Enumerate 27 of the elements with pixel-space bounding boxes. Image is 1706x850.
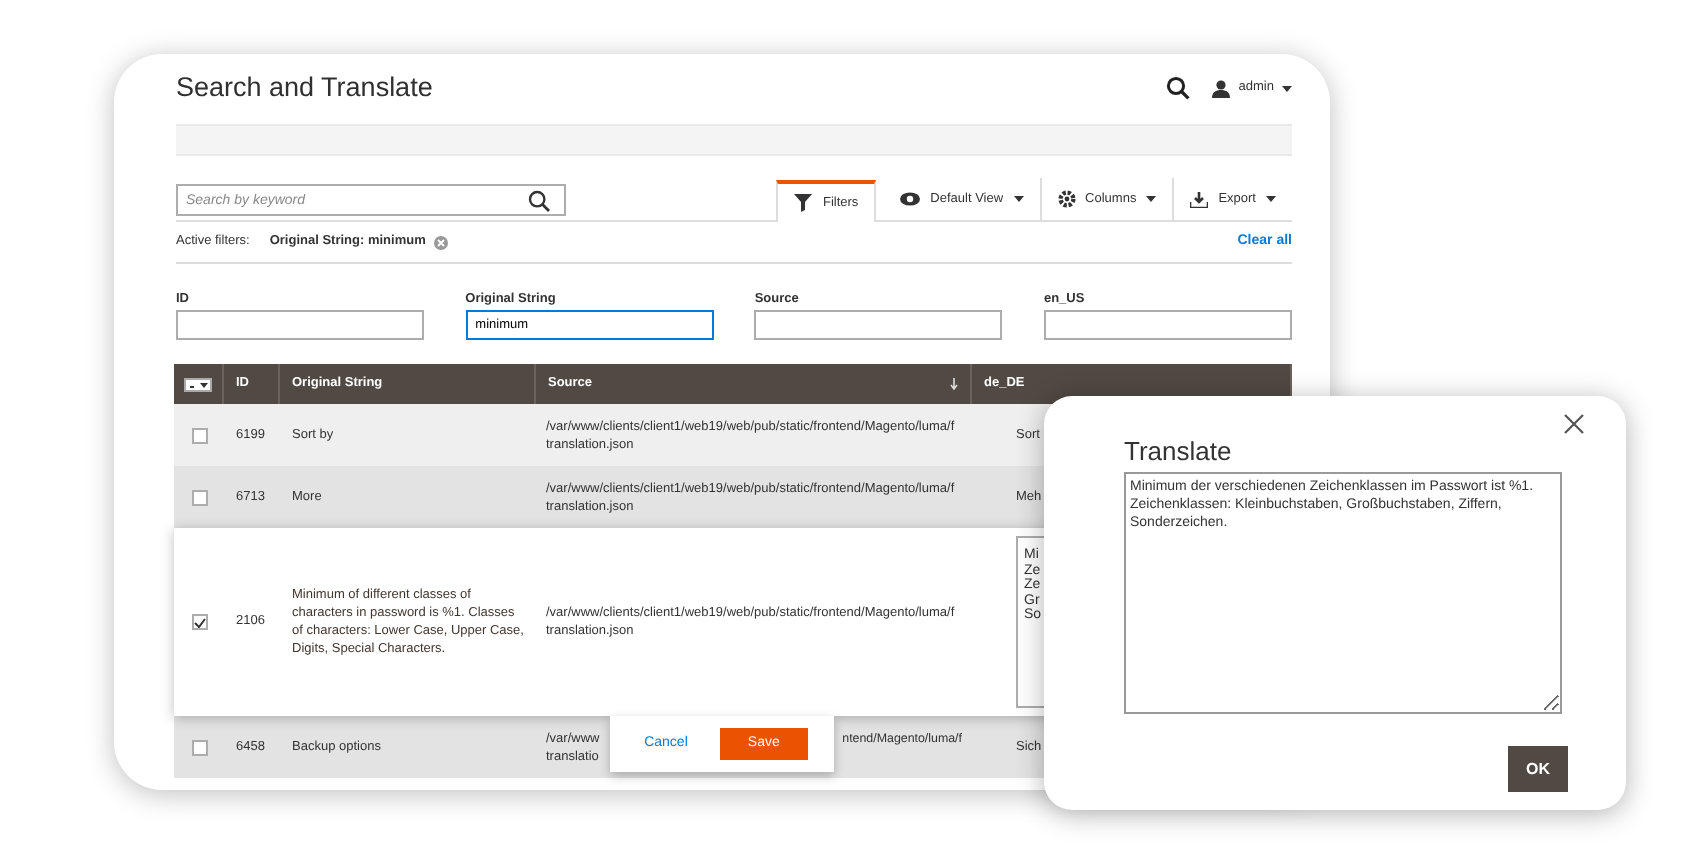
mass-select-icon: [184, 377, 212, 391]
filter-input[interactable]: [754, 310, 1003, 340]
caret-icon: [1266, 196, 1276, 202]
close-icon: [1564, 414, 1584, 434]
sort-arrow-icon: [950, 378, 958, 390]
row-checkbox[interactable]: [191, 739, 207, 755]
caret-icon: [1282, 85, 1292, 91]
gear-icon: [1057, 190, 1076, 208]
remove-icon: [433, 235, 448, 249]
filter-input[interactable]: [1043, 310, 1292, 340]
close-button[interactable]: [1562, 412, 1586, 436]
eye-icon: [900, 192, 921, 206]
row-checkbox[interactable]: [191, 489, 207, 505]
page-title: Search and Translate: [176, 69, 435, 106]
caret-icon: [1013, 196, 1024, 202]
check-icon: [193, 617, 205, 627]
ok-button[interactable]: OK: [1508, 746, 1568, 792]
search-icon: [1166, 76, 1191, 100]
funnel-icon: [794, 194, 813, 212]
caret-icon: [1146, 196, 1157, 202]
download-icon: [1190, 191, 1209, 207]
row-checkbox[interactable]: [191, 614, 207, 630]
dialog-title: Translate: [1124, 434, 1234, 470]
search-icon: [528, 189, 550, 211]
filter-input[interactable]: [176, 310, 424, 340]
row-checkbox[interactable]: [191, 427, 207, 443]
user-icon: [1212, 79, 1231, 97]
